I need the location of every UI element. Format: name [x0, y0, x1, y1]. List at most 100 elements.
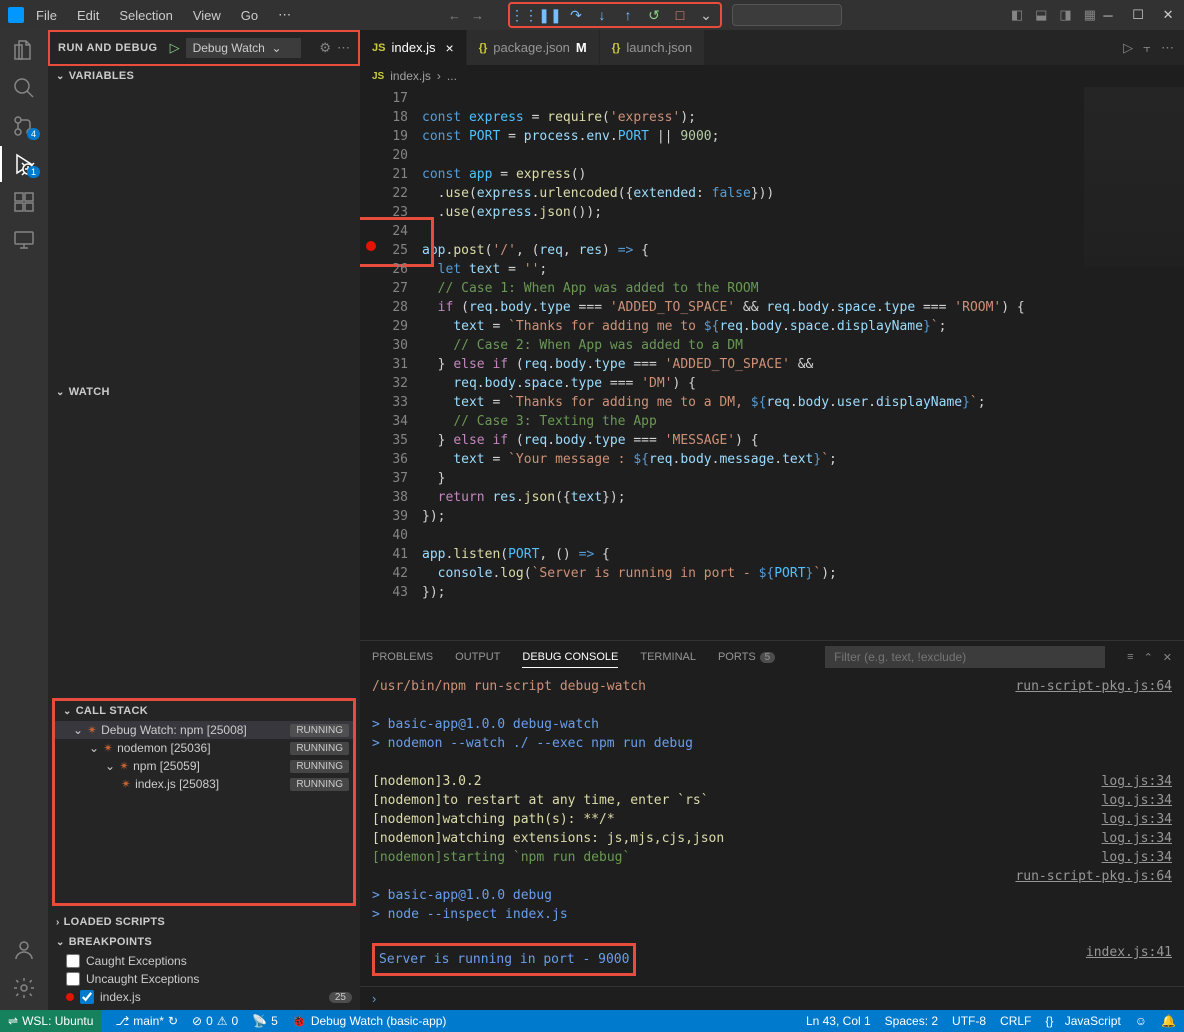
menu-edit[interactable]: Edit [69, 4, 107, 27]
callstack-item[interactable]: ⌄✴nodemon [25036]RUNNING [55, 739, 353, 757]
layout-sidebar-left-icon[interactable]: ◧ [1011, 7, 1023, 23]
status-errors[interactable]: ⊘0⚠0 [192, 1014, 238, 1028]
sidebar-title: RUN AND DEBUG [58, 42, 158, 54]
scm-badge: 4 [27, 128, 40, 140]
debug-stepout-icon[interactable]: ↑ [620, 7, 636, 23]
panel-tab-terminal[interactable]: TERMINAL [640, 647, 696, 667]
close-icon[interactable]: × [446, 40, 454, 56]
debug-console-input[interactable]: › [360, 986, 1184, 1010]
debug-restart-icon[interactable]: ↺ [646, 7, 662, 23]
callstack-item[interactable]: ⌄✴Debug Watch: npm [25008]RUNNING [55, 721, 353, 739]
breakpoints-header[interactable]: ⌄BREAKPOINTS [48, 932, 360, 952]
menu-more[interactable]: ⋯ [270, 3, 299, 27]
nav-forward-icon[interactable]: → [471, 8, 484, 23]
window-maximize-icon[interactable]: ☐ [1130, 7, 1146, 23]
bottom-panel: PROBLEMS OUTPUT DEBUG CONSOLE TERMINAL P… [360, 640, 1184, 1010]
variables-section-header[interactable]: ⌄VARIABLES [48, 66, 360, 86]
layout-panel-icon[interactable]: ⬓ [1035, 7, 1047, 23]
activity-remote-icon[interactable] [12, 228, 36, 252]
layout-customize-icon[interactable]: ▦ [1084, 7, 1096, 23]
panel-tab-ports[interactable]: PORTS5 [718, 647, 775, 667]
status-spaces[interactable]: Spaces: 2 [885, 1014, 938, 1028]
caught-checkbox[interactable] [66, 954, 80, 968]
activity-extensions-icon[interactable] [12, 190, 36, 214]
variables-body [48, 86, 360, 382]
status-remote[interactable]: ⇌WSL: Ubuntu [0, 1010, 101, 1032]
watch-section-header[interactable]: ⌄WATCH [48, 382, 360, 402]
debug-stepinto-icon[interactable]: ↓ [594, 7, 610, 23]
menu-selection[interactable]: Selection [111, 4, 180, 27]
tab-package-json[interactable]: {}package.jsonM [467, 30, 600, 65]
status-language[interactable]: {} JavaScript [1045, 1014, 1120, 1028]
status-encoding[interactable]: UTF-8 [952, 1014, 986, 1028]
menu-file[interactable]: File [28, 4, 65, 27]
split-editor-icon[interactable]: ⫟ [1143, 40, 1151, 56]
breakpoint-caught[interactable]: Caught Exceptions [48, 952, 360, 970]
panel-filter-input[interactable] [825, 646, 1105, 668]
activity-debug-icon[interactable]: 1 [12, 152, 36, 176]
breakpoint-uncaught[interactable]: Uncaught Exceptions [48, 970, 360, 988]
nav-arrows: ← → [448, 8, 484, 23]
window-close-icon[interactable]: ✕ [1160, 7, 1176, 23]
layout-sidebar-right-icon[interactable]: ◨ [1059, 7, 1071, 23]
activity-account-icon[interactable] [12, 938, 36, 962]
status-eol[interactable]: CRLF [1000, 1014, 1031, 1028]
debug-console-body[interactable]: /usr/bin/npm run-script debug-watchrun-s… [360, 673, 1184, 986]
code-editor[interactable]: 1718192021222324252627282930313233343536… [360, 87, 1184, 640]
nav-back-icon[interactable]: ← [448, 8, 461, 23]
panel-clear-icon[interactable]: ≡ [1127, 651, 1133, 664]
debug-toolbar: ⋮⋮ ❚❚ ↷ ↓ ↑ ↺ □ ⌄ [508, 2, 722, 28]
debug-badge: 1 [27, 166, 40, 178]
activity-search-icon[interactable] [12, 76, 36, 100]
debug-config-gear-icon[interactable]: ⚙ [319, 40, 331, 56]
debug-chevron-icon[interactable]: ⌄ [698, 7, 714, 23]
activity-explorer-icon[interactable] [12, 38, 36, 62]
debug-more-icon[interactable]: ⋯ [337, 40, 350, 56]
status-lncol[interactable]: Ln 43, Col 1 [806, 1014, 871, 1028]
uncaught-checkbox[interactable] [66, 972, 80, 986]
debug-drag-icon[interactable]: ⋮⋮ [516, 7, 532, 23]
debug-config-select[interactable]: Debug Watch ⌄ [186, 38, 301, 58]
tab-index-js[interactable]: JSindex.js× [360, 30, 467, 65]
panel-maximize-icon[interactable]: ⌃ [1144, 651, 1153, 664]
line-gutter[interactable]: 1718192021222324252627282930313233343536… [360, 87, 422, 640]
menu-view[interactable]: View [185, 4, 229, 27]
window-minimize-icon[interactable]: ─ [1100, 7, 1116, 23]
start-debug-icon[interactable]: ▷ [170, 40, 180, 56]
tab-launch-json[interactable]: {}launch.json [600, 30, 705, 65]
debug-stop-icon[interactable]: □ [672, 7, 688, 23]
editor-more-icon[interactable]: ⋯ [1161, 40, 1174, 56]
panel-tab-output[interactable]: OUTPUT [455, 647, 500, 667]
branch-icon: ⎇ [115, 1014, 129, 1028]
panel-tab-debug-console[interactable]: DEBUG CONSOLE [522, 647, 618, 668]
breadcrumb[interactable]: JS index.js › ... [360, 65, 1184, 87]
callstack-section: ⌄CALL STACK ⌄✴Debug Watch: npm [25008]RU… [52, 698, 356, 906]
callstack-item[interactable]: ✴index.js [25083]RUNNING [55, 775, 353, 793]
code-content[interactable]: const express = require('express'); cons… [422, 87, 1025, 640]
activity-settings-icon[interactable] [12, 976, 36, 1000]
breakpoint-file[interactable]: index.js25 [48, 988, 360, 1006]
status-debug-config[interactable]: 🐞Debug Watch (basic-app) [292, 1014, 447, 1028]
file-bp-checkbox[interactable] [80, 990, 94, 1004]
menu-go[interactable]: Go [233, 4, 266, 27]
status-ports[interactable]: 📡5 [252, 1014, 278, 1028]
callstack-item[interactable]: ⌄✴npm [25059]RUNNING [55, 757, 353, 775]
command-center-search[interactable] [732, 4, 842, 26]
status-feedback-icon[interactable]: ☺ [1135, 1014, 1147, 1028]
minimap[interactable] [1084, 87, 1184, 267]
error-icon: ⊘ [192, 1014, 202, 1028]
activity-scm-icon[interactable]: 4 [12, 114, 36, 138]
breakpoints-body: Caught Exceptions Uncaught Exceptions in… [48, 952, 360, 1010]
loaded-scripts-header[interactable]: ›LOADED SCRIPTS [48, 912, 360, 932]
run-file-icon[interactable]: ▷ [1123, 40, 1133, 56]
callstack-section-header[interactable]: ⌄CALL STACK [55, 701, 353, 721]
debug-pause-icon[interactable]: ❚❚ [542, 7, 558, 23]
warning-icon: ⚠ [217, 1014, 228, 1028]
debug-stepover-icon[interactable]: ↷ [568, 7, 584, 23]
sidebar: RUN AND DEBUG ▷ Debug Watch ⌄ ⚙ ⋯ ⌄VARIA… [48, 30, 360, 1010]
status-notifications-icon[interactable]: 🔔 [1161, 1014, 1176, 1028]
status-branch[interactable]: ⎇main*↻ [115, 1014, 178, 1028]
panel-close-icon[interactable]: ✕ [1163, 651, 1172, 664]
radio-icon: 📡 [252, 1014, 267, 1028]
panel-tab-problems[interactable]: PROBLEMS [372, 647, 433, 667]
